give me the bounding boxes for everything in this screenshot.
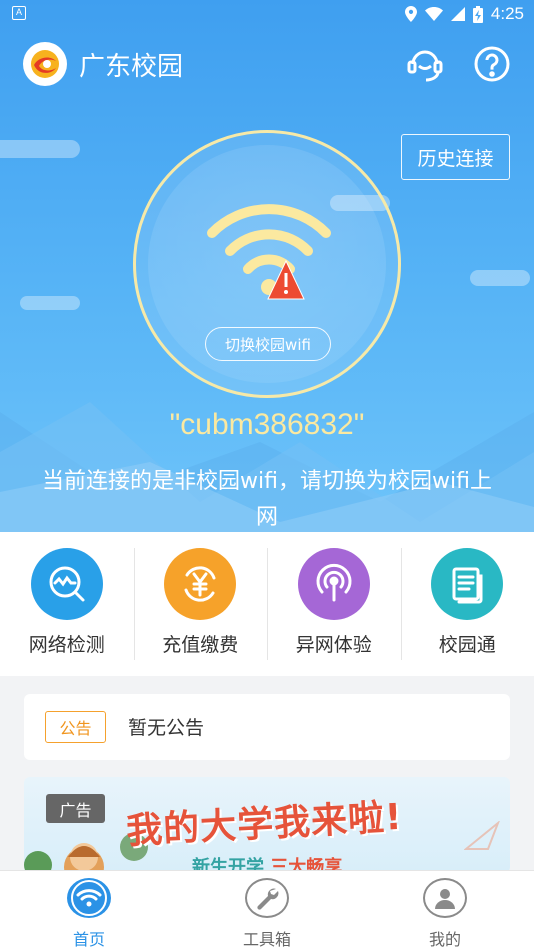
document-icon — [431, 548, 504, 620]
history-button[interactable]: 历史连接 — [401, 134, 510, 180]
app-logo-icon — [23, 42, 67, 86]
quick-action-label: 校园通 — [438, 634, 496, 656]
bottom-navigation: 首页 工具箱 我的 — [0, 870, 534, 950]
quick-action-label: 充值缴费 — [162, 634, 239, 656]
notification-icon: A — [12, 6, 26, 20]
quick-action-label: 网络检测 — [28, 634, 105, 656]
quick-actions: 网络检测 充值缴费 异网体验 校园通 — [0, 532, 534, 676]
connection-message: 当前连接的是非校园wifi，请切换为校园wifi上网 — [42, 469, 492, 530]
notice-text: 暂无公告 — [128, 717, 205, 739]
wrench-icon — [245, 878, 289, 918]
nav-label: 工具箱 — [242, 930, 291, 949]
nav-toolbox[interactable]: 工具箱 — [178, 871, 356, 950]
clock: 4:25 — [490, 4, 524, 23]
notice-card[interactable]: 公告 暂无公告 — [24, 694, 510, 760]
cell-signal-icon — [450, 7, 465, 21]
current-ssid: "cubm386832" — [169, 408, 365, 441]
wifi-signal-icon — [424, 7, 443, 21]
cloud-decoration — [470, 270, 530, 286]
quick-action-network-check[interactable]: 网络检测 — [0, 532, 134, 676]
recharge-yen-icon — [164, 548, 237, 620]
ad-tag: 广告 — [46, 794, 105, 823]
headset-icon — [407, 50, 443, 82]
ad-title: 我的大学我来啦! — [125, 796, 404, 853]
quick-action-other-network[interactable]: 异网体验 — [267, 532, 401, 676]
network-check-icon — [30, 548, 103, 620]
app-bar: 广东校园 — [0, 38, 534, 90]
status-bar: A 4:25 — [0, 0, 534, 28]
help-button[interactable] — [470, 42, 514, 86]
quick-action-label: 异网体验 — [295, 634, 372, 656]
location-icon — [404, 6, 417, 22]
user-icon — [423, 878, 467, 918]
app-title: 广东校园 — [79, 52, 184, 82]
help-circle-icon — [474, 46, 510, 82]
nav-me[interactable]: 我的 — [356, 871, 534, 950]
ad-banner[interactable]: 广告 我的大学我来啦! 新生开学 三大畅享 — [24, 777, 510, 873]
hero-banner: A 4:25 广东校园 历史连接 切换校园wifi "cubm386832" 当… — [0, 0, 534, 532]
battery-charging-icon — [472, 5, 483, 23]
nav-label: 首页 — [72, 930, 105, 949]
cloud-decoration — [0, 140, 80, 158]
quick-action-campus-pass[interactable]: 校园通 — [400, 532, 534, 676]
nav-label: 我的 — [428, 930, 461, 949]
notice-tag: 公告 — [45, 711, 106, 743]
wifi-warning-icon — [207, 204, 331, 300]
support-button[interactable] — [403, 42, 447, 86]
ad-decoration — [464, 821, 500, 850]
wifi-home-icon — [67, 878, 111, 918]
nav-home[interactable]: 首页 — [0, 871, 178, 950]
wifi-status-ring: 切换校园wifi — [133, 130, 401, 398]
quick-action-recharge[interactable]: 充值缴费 — [133, 532, 268, 676]
switch-wifi-button[interactable]: 切换校园wifi — [205, 327, 331, 361]
broadcast-icon — [297, 548, 370, 620]
